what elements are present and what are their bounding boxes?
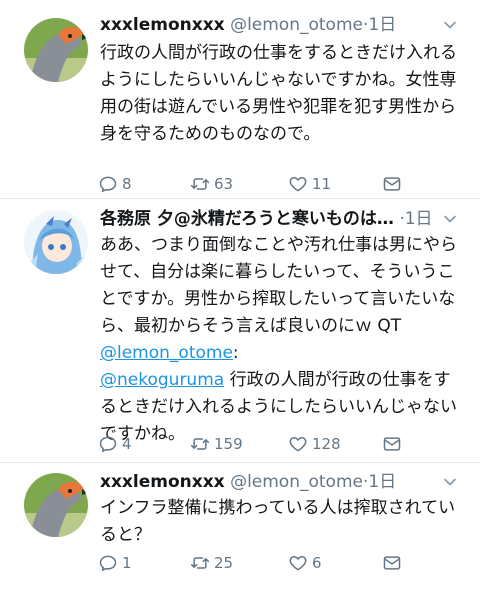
tweet-actions: 8 63 11: [98, 172, 418, 196]
chevron-down-icon[interactable]: [440, 472, 460, 492]
display-name[interactable]: 各務原 夕@氷精だろうと寒いものは…: [100, 209, 394, 229]
like-count: 6: [312, 554, 322, 572]
retweet-button[interactable]: 159: [190, 432, 243, 456]
like-button[interactable]: 6: [288, 551, 322, 575]
tweet-actions: 4 159 128: [98, 432, 418, 456]
reply-icon: [98, 434, 118, 454]
like-button[interactable]: 128: [288, 432, 341, 456]
avatar[interactable]: [24, 473, 88, 537]
reply-button[interactable]: 1: [98, 551, 132, 575]
tweet-text-body: ああ、つまり面倒なことや汚れ仕事は男にやらせて、自分は楽に暮らしたいって、そうい…: [100, 235, 457, 336]
timestamp[interactable]: ·1日: [363, 472, 396, 492]
bird-avatar-image: [24, 18, 88, 82]
envelope-icon: [382, 174, 402, 194]
heart-icon: [288, 434, 308, 454]
reply-button[interactable]: 8: [98, 172, 132, 196]
retweet-button[interactable]: 63: [190, 172, 233, 196]
avatar[interactable]: [24, 18, 88, 82]
handle[interactable]: @lemon_otome: [230, 15, 363, 35]
tweet-3[interactable]: xxxlemonxxx @lemon_otome·1日 インフラ整備に携わってい…: [0, 469, 480, 579]
chevron-down-icon[interactable]: [440, 209, 460, 229]
like-count: 128: [312, 435, 341, 453]
tweet-header: 各務原 夕@氷精だろうと寒いものは… ·1日: [100, 206, 434, 232]
dm-button[interactable]: [382, 432, 402, 456]
envelope-icon: [382, 553, 402, 573]
reply-button[interactable]: 4: [98, 432, 132, 456]
tweet-actions: 1 25 6: [98, 551, 418, 575]
retweet-count: 159: [214, 435, 243, 453]
like-count: 11: [312, 175, 332, 193]
timestamp[interactable]: ·1日: [363, 15, 396, 35]
tweet-1[interactable]: xxxlemonxxx @lemon_otome·1日 行政の人間が行政の仕事を…: [0, 12, 480, 198]
divider: [0, 462, 480, 463]
tweet-text: ああ、つまり面倒なことや汚れ仕事は男にやらせて、自分は楽に暮らしたいって、そうい…: [100, 232, 460, 448]
heart-icon: [288, 553, 308, 573]
avatar[interactable]: [24, 210, 88, 274]
bird-avatar-image: [24, 473, 88, 537]
reply-count: 8: [122, 175, 132, 193]
display-name[interactable]: xxxlemonxxx: [100, 472, 225, 492]
display-name[interactable]: xxxlemonxxx: [100, 15, 225, 35]
retweet-button[interactable]: 25: [190, 551, 233, 575]
reply-count: 1: [122, 554, 132, 572]
like-button[interactable]: 11: [288, 172, 331, 196]
reply-icon: [98, 553, 118, 573]
divider: [0, 198, 480, 199]
retweet-icon: [190, 553, 210, 573]
reply-icon: [98, 174, 118, 194]
handle[interactable]: @lemon_otome: [230, 472, 363, 492]
mention-link[interactable]: @lemon_otome: [100, 343, 233, 363]
tweet-text: インフラ整備に携わっている人は搾取されていると？: [100, 498, 456, 545]
retweet-icon: [190, 174, 210, 194]
reply-count: 4: [122, 435, 132, 453]
tweet-header: xxxlemonxxx @lemon_otome·1日: [100, 12, 460, 38]
envelope-icon: [382, 434, 402, 454]
anime-avatar-image: [24, 210, 88, 274]
chevron-down-icon[interactable]: [440, 15, 460, 35]
dm-button[interactable]: [382, 172, 402, 196]
dm-button[interactable]: [382, 551, 402, 575]
colon: :: [232, 343, 239, 363]
tweet-header: xxxlemonxxx @lemon_otome·1日: [100, 469, 460, 495]
heart-icon: [288, 174, 308, 194]
timestamp[interactable]: ·1日: [399, 209, 432, 229]
retweet-icon: [190, 434, 210, 454]
tweet-text: 行政の人間が行政の仕事をするときだけ入れるようにしたらいいんじゃないですかね。女…: [100, 43, 457, 144]
mention-link[interactable]: @nekoguruma: [100, 370, 224, 390]
tweet-2[interactable]: 各務原 夕@氷精だろうと寒いものは… ·1日 ああ、つまり面倒なことや汚れ仕事は…: [0, 206, 480, 460]
retweet-count: 25: [214, 554, 234, 572]
retweet-count: 63: [214, 175, 234, 193]
